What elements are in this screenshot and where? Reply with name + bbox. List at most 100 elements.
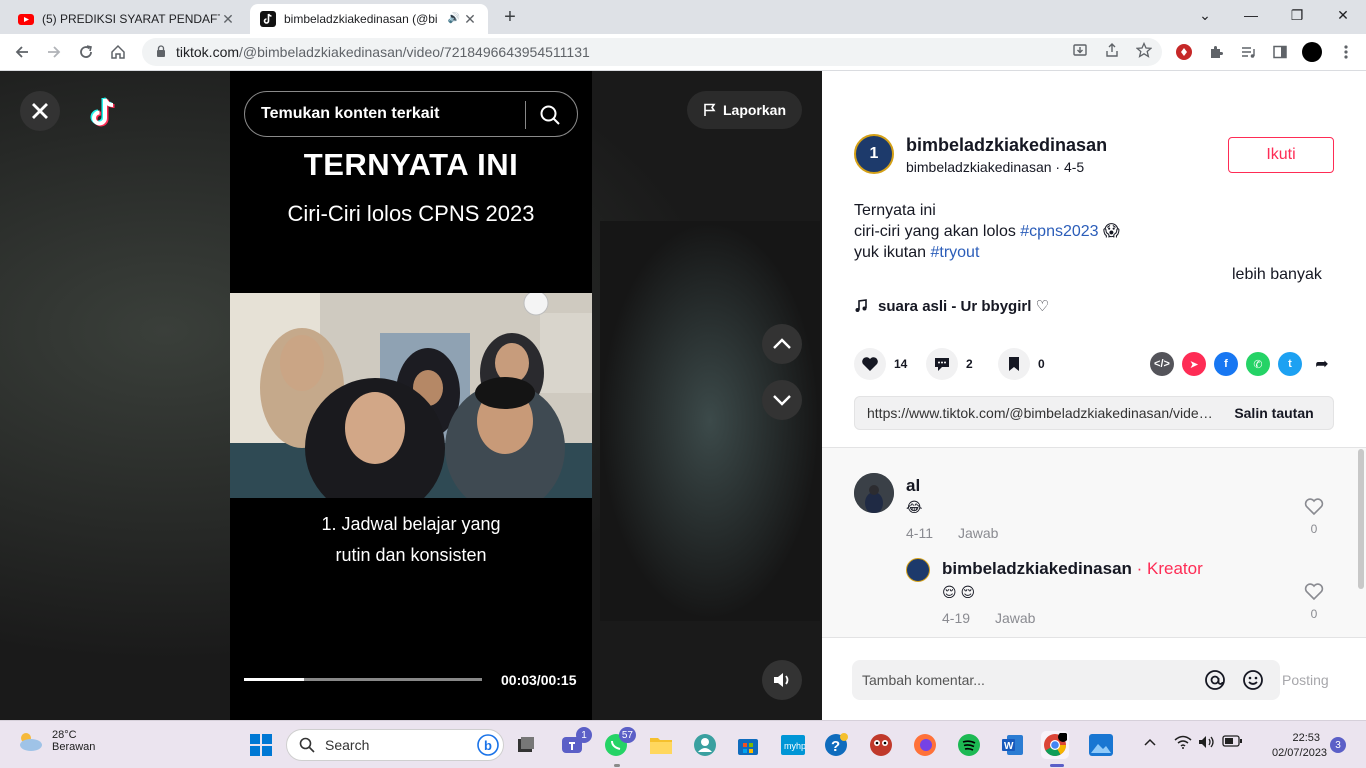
reload-icon[interactable] — [74, 40, 98, 64]
photos-icon[interactable] — [1087, 731, 1115, 759]
share-icon[interactable] — [1102, 40, 1122, 60]
bookmark-star-icon[interactable] — [1134, 40, 1154, 60]
file-explorer-icon[interactable] — [647, 731, 675, 759]
tab-tiktok[interactable]: bimbeladzkiakedinasan (@bi 🔊 ✕ — [250, 4, 488, 34]
related-search-input[interactable]: Temukan konten terkait — [244, 91, 578, 137]
post-comment-button[interactable]: Posting — [1282, 672, 1329, 688]
lock-icon — [156, 44, 166, 60]
whatsapp-icon[interactable]: ✆ — [1246, 352, 1270, 376]
audio-playing-icon[interactable]: 🔊 — [446, 11, 462, 27]
search-icon[interactable] — [539, 104, 561, 126]
new-tab-button[interactable]: + — [498, 6, 522, 29]
address-bar[interactable]: tiktok.com/@bimbeladzkiakedinasan/video/… — [142, 38, 1162, 66]
whatsapp-taskbar-icon[interactable]: 57 — [602, 727, 636, 759]
see-more-link[interactable]: lebih banyak — [1232, 266, 1322, 284]
chrome-icon[interactable] — [1041, 731, 1069, 759]
myhp-icon[interactable]: myhp — [779, 731, 807, 759]
back-icon[interactable] — [10, 40, 34, 64]
volume-tray-icon[interactable] — [1198, 735, 1216, 752]
show-hidden-icons[interactable] — [1144, 735, 1156, 749]
reply-like-button[interactable] — [1302, 583, 1326, 606]
profile-avatar[interactable] — [1302, 42, 1322, 62]
wifi-icon[interactable] — [1174, 735, 1192, 752]
get-help-icon[interactable]: ? — [822, 731, 850, 759]
hashtag-tryout[interactable]: #tryout — [930, 244, 979, 261]
firefox-icon[interactable] — [911, 731, 939, 759]
people-icon[interactable] — [691, 731, 719, 759]
embed-icon[interactable]: </> — [1150, 352, 1174, 376]
video-description: Ternyata ini ciri-ciri yang akan lolos #… — [854, 200, 1120, 263]
close-window-button[interactable]: ✕ — [1320, 0, 1366, 30]
system-clock[interactable]: 22:53 02/07/2023 — [1272, 731, 1328, 761]
volume-button[interactable] — [762, 660, 802, 700]
task-view-icon[interactable] — [512, 731, 540, 759]
share-arrow-icon[interactable]: ➦ — [1310, 352, 1334, 376]
comment-avatar[interactable] — [854, 473, 894, 513]
chrome-menu-icon[interactable] — [1336, 42, 1356, 62]
facebook-icon[interactable]: f — [1214, 352, 1238, 376]
media-control-icon[interactable] — [1238, 42, 1258, 62]
comment-author[interactable]: al — [906, 476, 920, 496]
reply-link[interactable]: Jawab — [958, 525, 998, 541]
send-icon[interactable]: ➤ — [1182, 352, 1206, 376]
reply-link[interactable]: Jawab — [995, 610, 1035, 626]
spotify-icon[interactable] — [955, 731, 983, 759]
word-icon[interactable]: W — [999, 731, 1027, 759]
install-icon[interactable] — [1070, 40, 1090, 60]
music-link[interactable]: suara asli - Ur bbygirl ♡ — [854, 297, 1049, 315]
reply-author[interactable]: bimbeladzkiakedinasan · Kreator — [942, 559, 1203, 579]
maximize-button[interactable]: ❐ — [1274, 0, 1320, 30]
close-video-button[interactable] — [20, 91, 60, 131]
tab-search-icon[interactable]: ⌄ — [1182, 0, 1228, 30]
mention-icon[interactable] — [1204, 669, 1226, 691]
author-avatar[interactable]: 1 — [854, 134, 894, 174]
report-button[interactable]: Laporkan — [687, 91, 802, 129]
twitter-icon[interactable]: t — [1278, 352, 1302, 376]
home-icon[interactable] — [106, 40, 130, 64]
running-indicator — [614, 764, 620, 767]
comments-scrollbar[interactable] — [1358, 449, 1364, 589]
hashtag-cpns2023[interactable]: #cpns2023 — [1020, 223, 1098, 240]
extension-red-icon[interactable] — [1174, 42, 1194, 62]
weather-widget[interactable]: 28°C Berawan — [16, 729, 95, 753]
side-panel-icon[interactable] — [1270, 42, 1290, 62]
description-line1: Ternyata ini — [854, 202, 936, 219]
video-progress-bar[interactable] — [244, 678, 482, 681]
video-link-url[interactable]: https://www.tiktok.com/@bimbeladzkiakedi… — [867, 405, 1215, 421]
description-text: ciri-ciri yang akan lolos — [854, 223, 1021, 240]
tiktok-logo-icon[interactable] — [88, 95, 120, 129]
copy-link-button[interactable]: Salin tautan — [1215, 405, 1333, 421]
comment-like-button[interactable] — [1302, 498, 1326, 521]
tab-youtube[interactable]: (5) PREDIKSI SYARAT PENDAFTAR ✕ — [8, 4, 246, 34]
tab-title: (5) PREDIKSI SYARAT PENDAFTAR — [42, 12, 220, 26]
emoji-icon[interactable] — [1242, 669, 1264, 691]
comment-button[interactable]: 2 — [926, 348, 980, 380]
start-button[interactable] — [247, 731, 275, 759]
reply-avatar[interactable] — [906, 558, 930, 582]
clock-time: 22:53 — [1292, 732, 1320, 744]
battery-icon[interactable] — [1222, 735, 1242, 750]
comment-composer: Tambah komentar... Posting — [822, 637, 1366, 720]
microsoft-store-icon[interactable] — [734, 731, 762, 759]
video-caption-line1: 1. Jadwal belajar yang — [321, 514, 501, 534]
extensions-puzzle-icon[interactable] — [1206, 42, 1226, 62]
author-name[interactable]: bimbeladzkiakedinasan — [906, 135, 1107, 156]
close-tab-icon[interactable]: ✕ — [462, 11, 478, 27]
taskbar-search[interactable]: Search b — [286, 729, 504, 761]
previous-video-button[interactable] — [762, 324, 802, 364]
browser-tab-bar: (5) PREDIKSI SYARAT PENDAFTAR ✕ bimbelad… — [0, 0, 1366, 34]
notification-badge[interactable]: 3 — [1330, 737, 1346, 753]
clock-date: 02/07/2023 — [1272, 747, 1328, 759]
game-app-icon[interactable] — [867, 731, 895, 759]
like-button[interactable]: 14 — [854, 348, 908, 380]
teams-icon[interactable]: 1 — [558, 727, 592, 759]
save-button[interactable]: 0 — [998, 348, 1052, 380]
follow-button[interactable]: Ikuti — [1228, 137, 1334, 173]
video-frame[interactable]: TERNYATA INI Ciri-Ciri lolos CPNS 2023 1… — [230, 71, 592, 720]
next-video-button[interactable] — [762, 380, 802, 420]
forward-icon[interactable] — [42, 40, 66, 64]
close-tab-icon[interactable]: ✕ — [220, 11, 236, 27]
minimize-button[interactable]: — — [1228, 0, 1274, 30]
description-line2: ciri-ciri yang akan lolos #cpns2023 😱 — [854, 221, 1120, 242]
video-timecode: 00:03/00:15 — [501, 672, 577, 688]
